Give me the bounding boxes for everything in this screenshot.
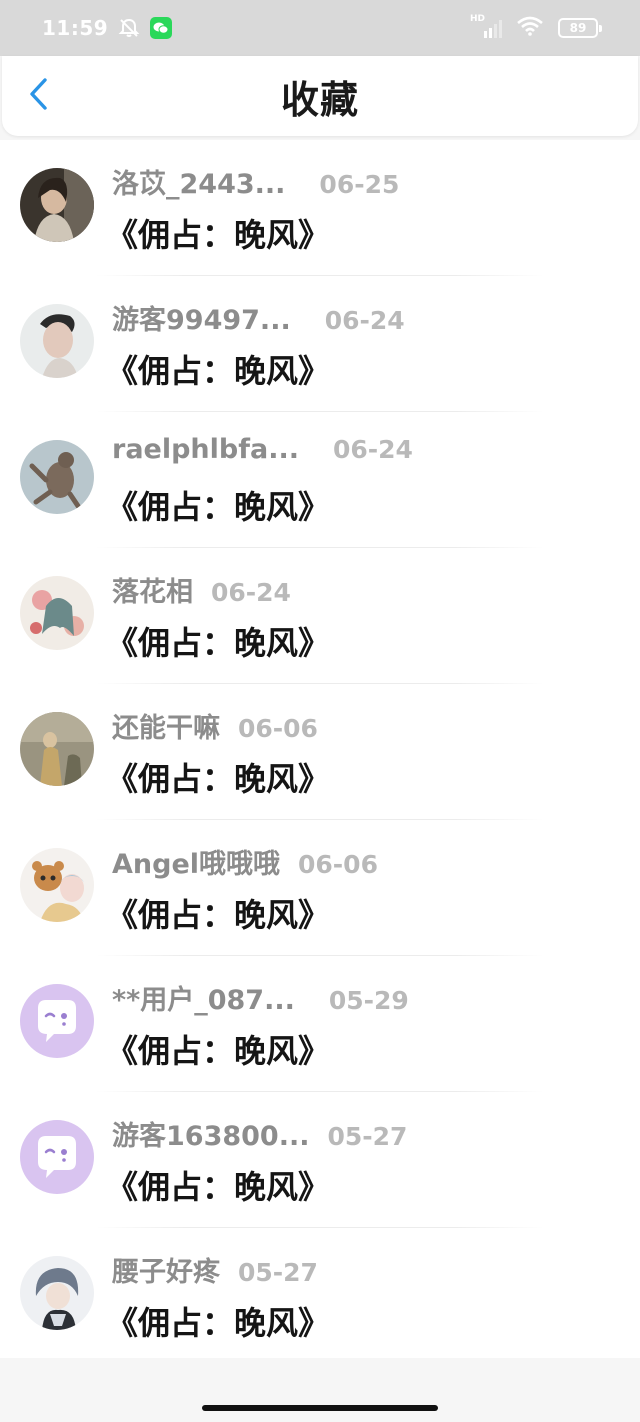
status-left: 11:59 — [42, 16, 173, 40]
username: 洛苡_2443... — [112, 169, 286, 200]
list-item[interactable]: 腰子好疼 05-27 《佣占：晚风》 — [0, 1228, 640, 1364]
item-title: 《佣占：晚风》 — [106, 624, 331, 662]
bottom-area — [0, 1358, 640, 1422]
item-meta: Angel哦哦哦 06-06 — [112, 842, 378, 881]
wifi-icon — [516, 16, 544, 40]
item-meta: **用户_087... 05-29 — [112, 978, 409, 1017]
item-title: 《佣占：晚风》 — [106, 488, 331, 526]
status-bar: 11:59 HD 89 — [0, 0, 640, 56]
list-item[interactable]: raelphlbfa... 06-24 《佣占：晚风》 — [0, 412, 640, 548]
favorites-list: 洛苡_2443... 06-25 《佣占：晚风》 游客99497... 06-2… — [0, 140, 640, 1358]
item-title: 《佣占：晚风》 — [106, 760, 331, 798]
avatar[interactable] — [20, 1120, 94, 1194]
item-meta: 游客163800... 05-27 — [112, 1114, 407, 1153]
date: 06-25 — [319, 170, 400, 199]
username: raelphlbfa... — [112, 434, 299, 465]
back-button[interactable] — [18, 74, 58, 118]
wechat-icon — [150, 17, 173, 39]
username: 腰子好疼 — [112, 1257, 220, 1288]
date: 06-06 — [238, 714, 318, 743]
avatar[interactable] — [20, 984, 94, 1058]
battery-icon: 89 — [558, 18, 602, 38]
date: 06-24 — [324, 306, 405, 335]
date: 05-27 — [238, 1258, 318, 1287]
signal-icon: HD — [470, 14, 502, 38]
username: 游客99497... — [112, 305, 291, 336]
item-title: 《佣占：晚风》 — [106, 1304, 331, 1342]
item-meta: 腰子好疼 05-27 — [112, 1250, 318, 1289]
status-right: HD 89 — [470, 14, 602, 40]
avatar[interactable] — [20, 1256, 94, 1330]
item-meta: 还能干嘛 06-06 — [112, 706, 318, 745]
item-title: 《佣占：晚风》 — [106, 1032, 331, 1070]
list-item[interactable]: 还能干嘛 06-06 《佣占：晚风》 — [0, 684, 640, 820]
date: 05-29 — [328, 986, 409, 1015]
item-title: 《佣占：晚风》 — [106, 352, 331, 390]
list-item[interactable]: 游客99497... 06-24 《佣占：晚风》 — [0, 276, 640, 412]
list-item[interactable]: 游客163800... 05-27 《佣占：晚风》 — [0, 1092, 640, 1228]
item-meta: 洛苡_2443... 06-25 — [112, 162, 399, 201]
username: Angel哦哦哦 — [112, 849, 281, 880]
avatar[interactable] — [20, 168, 94, 242]
list-item[interactable]: **用户_087... 05-29 《佣占：晚风》 — [0, 956, 640, 1092]
battery-level: 89 — [569, 21, 587, 35]
header: 收藏 — [2, 56, 638, 136]
avatar[interactable] — [20, 304, 94, 378]
item-meta: 落花相 06-24 — [112, 570, 291, 609]
avatar[interactable] — [20, 848, 94, 922]
status-time: 11:59 — [42, 16, 109, 40]
list-item[interactable]: Angel哦哦哦 06-06 《佣占：晚风》 — [0, 820, 640, 956]
item-title: 《佣占：晚风》 — [106, 1168, 331, 1206]
page-title: 收藏 — [280, 77, 359, 122]
date: 05-27 — [327, 1122, 408, 1151]
avatar[interactable] — [20, 712, 94, 786]
chevron-left-icon — [28, 77, 48, 115]
bell-off-icon — [118, 17, 140, 39]
item-meta: 游客99497... 06-24 — [112, 298, 405, 337]
item-meta: raelphlbfa... 06-24 — [112, 434, 413, 465]
username: 落花相 — [112, 577, 193, 608]
date: 06-24 — [211, 578, 291, 607]
username: 游客163800... — [112, 1121, 310, 1152]
username: **用户_087... — [112, 985, 295, 1016]
date: 06-06 — [298, 850, 378, 879]
list-item[interactable]: 洛苡_2443... 06-25 《佣占：晚风》 — [0, 140, 640, 276]
username: 还能干嘛 — [112, 713, 220, 744]
avatar[interactable] — [20, 576, 94, 650]
item-title: 《佣占：晚风》 — [106, 896, 331, 934]
date: 06-24 — [332, 435, 413, 464]
home-indicator[interactable] — [202, 1405, 438, 1411]
network-label: HD — [470, 14, 486, 24]
item-title: 《佣占：晚风》 — [106, 216, 331, 254]
avatar[interactable] — [20, 440, 94, 514]
list-item[interactable]: 落花相 06-24 《佣占：晚风》 — [0, 548, 640, 684]
